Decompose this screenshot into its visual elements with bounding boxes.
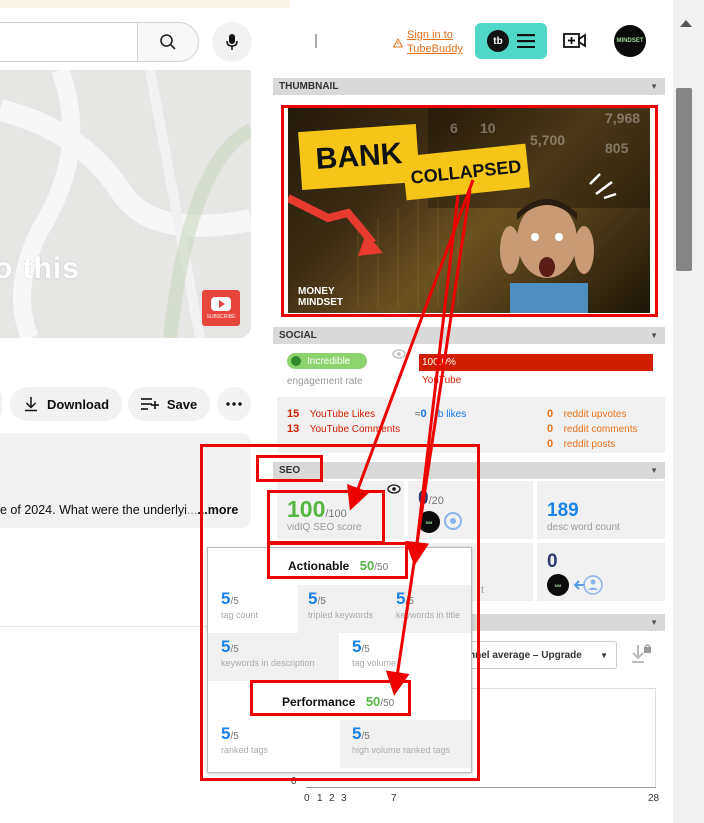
top-strip xyxy=(0,0,290,8)
download-icon xyxy=(24,397,37,412)
collapse-caret-icon[interactable]: ▼ xyxy=(650,462,658,479)
smiley-icon xyxy=(291,356,301,366)
youtube-share-label: YouTube xyxy=(422,375,462,386)
social-section-header[interactable]: SOCIAL ▼ xyxy=(273,327,665,344)
fb-likes-count: 0 xyxy=(420,408,427,420)
fb-likes-label: fb likes xyxy=(435,409,467,420)
engagement-rate-label: engagement rate xyxy=(287,376,363,387)
reddit-posts: 0 reddit posts xyxy=(547,434,615,452)
watermark-label: SUBSCRIBE xyxy=(206,313,236,320)
thumbnail-section-header[interactable]: THUMBNAIL ▼ xyxy=(273,78,665,95)
highlight-box xyxy=(281,105,658,317)
voice-search-button[interactable] xyxy=(212,22,252,62)
add-to-playlist-icon xyxy=(140,398,159,410)
account-avatar[interactable]: MINDSET xyxy=(614,25,646,57)
tubebuddy-menu-button[interactable]: tb xyxy=(475,23,547,59)
second-count: 0 xyxy=(547,551,558,572)
desc-word-count-label: desc word count xyxy=(547,522,620,533)
microphone-icon xyxy=(226,34,238,50)
youtube-comments-label: YouTube Comments xyxy=(309,424,401,435)
youtube-comments: 13 YouTube Comments xyxy=(287,419,400,437)
signin-line1: Sign in to xyxy=(407,29,453,41)
tubebuddy-logo-icon: tb xyxy=(487,30,509,52)
search-button[interactable] xyxy=(137,22,199,62)
collapse-caret-icon[interactable]: ▼ xyxy=(650,327,658,344)
collapse-caret-icon[interactable]: ▼ xyxy=(650,78,658,95)
more-horizontal-icon xyxy=(226,402,242,406)
youtube-share-bar: 100.0% xyxy=(419,354,653,371)
more-actions-button[interactable] xyxy=(217,387,251,421)
share-button[interactable] xyxy=(0,387,2,421)
fb-likes: ≈0 fb likes xyxy=(415,404,466,422)
video-overlay-text: o this xyxy=(0,252,80,285)
highlight-box xyxy=(250,680,411,716)
chart-compare-dropdown[interactable]: nnel average – Upgrade ▼ xyxy=(462,641,617,669)
chart-x-axis xyxy=(306,787,656,788)
chart-x-tick: 3 xyxy=(341,793,347,804)
warning-icon xyxy=(393,38,403,48)
highlight-box xyxy=(267,542,408,579)
save-button[interactable]: Save xyxy=(128,387,210,421)
channel-avatar-icon: MM xyxy=(547,574,569,596)
tubebuddy-signin-link[interactable]: Sign in to TubeBuddy xyxy=(393,28,471,56)
signin-line2: TubeBuddy xyxy=(407,43,463,55)
create-video-icon[interactable] xyxy=(563,30,587,52)
hamburger-menu-icon xyxy=(517,34,535,48)
chart-x-tick: 28 xyxy=(648,793,660,804)
desc-word-count: 189 xyxy=(547,500,579,521)
chart-x-tick: 2 xyxy=(329,793,335,804)
eye-icon[interactable] xyxy=(392,349,406,359)
chart-x-tick: 0 xyxy=(304,793,310,804)
download-locked-icon[interactable] xyxy=(630,643,652,665)
reddit-posts-count: 0 xyxy=(547,438,554,450)
search-input[interactable] xyxy=(0,22,138,62)
search-icon xyxy=(160,34,176,50)
reddit-posts-label: reddit posts xyxy=(563,439,616,450)
engagement-badge: Incredible xyxy=(287,353,367,369)
chart-right-border xyxy=(655,688,656,787)
partial-label: t xyxy=(481,585,484,596)
download-button[interactable]: Download xyxy=(10,387,122,421)
dropdown-label: nnel average – Upgrade xyxy=(469,649,582,661)
channel-watermark[interactable]: SUBSCRIBE xyxy=(202,290,240,326)
compare-users-icon[interactable] xyxy=(573,574,603,596)
collapse-caret-icon[interactable]: ▼ xyxy=(650,614,658,631)
description-text: e of 2024. What were the underlyi xyxy=(0,503,187,517)
social-header-label: SOCIAL xyxy=(279,330,317,341)
youtube-comments-count: 13 xyxy=(287,423,300,435)
chart-x-tick: 1 xyxy=(317,793,323,804)
divider xyxy=(315,34,317,48)
scroll-up-arrow-icon[interactable] xyxy=(680,20,692,27)
save-label: Save xyxy=(166,396,198,412)
thumbnail-header-label: THUMBNAIL xyxy=(279,81,339,92)
highlight-box xyxy=(256,455,323,482)
youtube-play-icon xyxy=(211,296,231,311)
dropdown-arrow-icon: ▼ xyxy=(600,650,608,660)
download-label: Download xyxy=(46,396,110,412)
highlight-box xyxy=(267,490,385,544)
chart-x-tick: 7 xyxy=(391,793,397,804)
scrollbar-thumb[interactable] xyxy=(676,88,692,271)
engagement-badge-label: Incredible xyxy=(307,355,351,367)
